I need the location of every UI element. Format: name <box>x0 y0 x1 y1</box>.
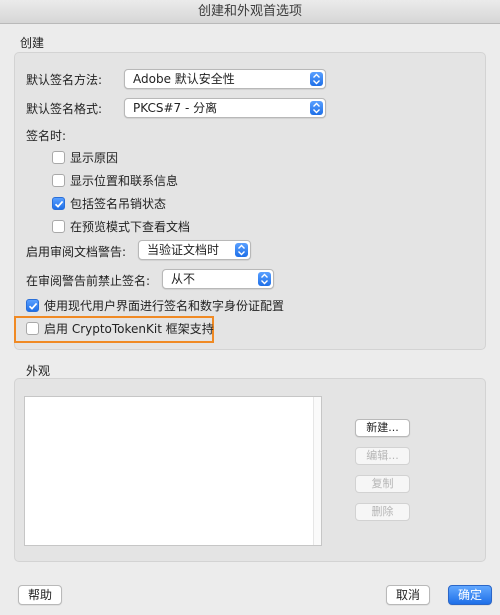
show-reason-label: 显示原因 <box>70 151 119 165</box>
review-warning-value: 当验证文档时 <box>147 243 220 257</box>
cancel-button[interactable]: 取消 <box>386 585 430 605</box>
prevent-signing-popup[interactable]: 从不 <box>162 269 274 289</box>
default-method-value: Adobe 默认安全性 <box>133 72 235 86</box>
preview-mode-label: 在预览模式下查看文档 <box>70 220 191 234</box>
checkbox-box[interactable] <box>52 220 65 233</box>
default-format-label: 默认签名格式: <box>26 102 103 116</box>
when-signing-label: 签名时: <box>26 129 67 143</box>
default-format-popup[interactable]: PKCS#7 - 分离 <box>124 98 326 118</box>
checkbox-box[interactable] <box>52 151 65 164</box>
checkmark-icon[interactable] <box>52 197 65 210</box>
default-method-label: 默认签名方法: <box>26 73 103 87</box>
review-warning-label: 启用审阅文档警告: <box>26 245 127 259</box>
prevent-signing-label: 在审阅警告前禁止签名: <box>26 274 151 288</box>
list-scrollbar[interactable] <box>313 397 321 545</box>
appearance-section-label: 外观 <box>26 364 51 378</box>
show-location-label: 显示位置和联系信息 <box>70 174 179 188</box>
create-section-label: 创建 <box>20 36 45 50</box>
prevent-signing-value: 从不 <box>171 272 196 286</box>
review-warning-popup[interactable]: 当验证文档时 <box>138 240 251 260</box>
chevron-updown-icon <box>235 243 248 257</box>
appearance-list[interactable] <box>24 396 322 546</box>
chevron-updown-icon <box>310 101 323 115</box>
checkbox-box[interactable] <box>52 174 65 187</box>
new-button[interactable]: 新建... <box>355 419 410 437</box>
checkmark-icon[interactable] <box>26 299 39 312</box>
include-revocation-label: 包括签名吊销状态 <box>70 197 167 211</box>
default-method-popup[interactable]: Adobe 默认安全性 <box>124 69 326 89</box>
help-button[interactable]: 帮助 <box>18 585 62 605</box>
cryptotokenkit-label: 启用 CryptoTokenKit 框架支持 <box>44 322 214 336</box>
checkbox-box[interactable] <box>26 322 39 335</box>
default-format-value: PKCS#7 - 分离 <box>133 101 218 115</box>
delete-button[interactable]: 删除 <box>355 503 410 521</box>
chevron-updown-icon <box>258 272 271 286</box>
ok-button[interactable]: 确定 <box>448 585 492 605</box>
chevron-updown-icon <box>310 72 323 86</box>
window-title: 创建和外观首选项 <box>0 0 500 24</box>
copy-button[interactable]: 复制 <box>355 475 410 493</box>
modern-ui-label: 使用现代用户界面进行签名和数字身份证配置 <box>44 299 285 313</box>
edit-button[interactable]: 编辑... <box>355 447 410 465</box>
